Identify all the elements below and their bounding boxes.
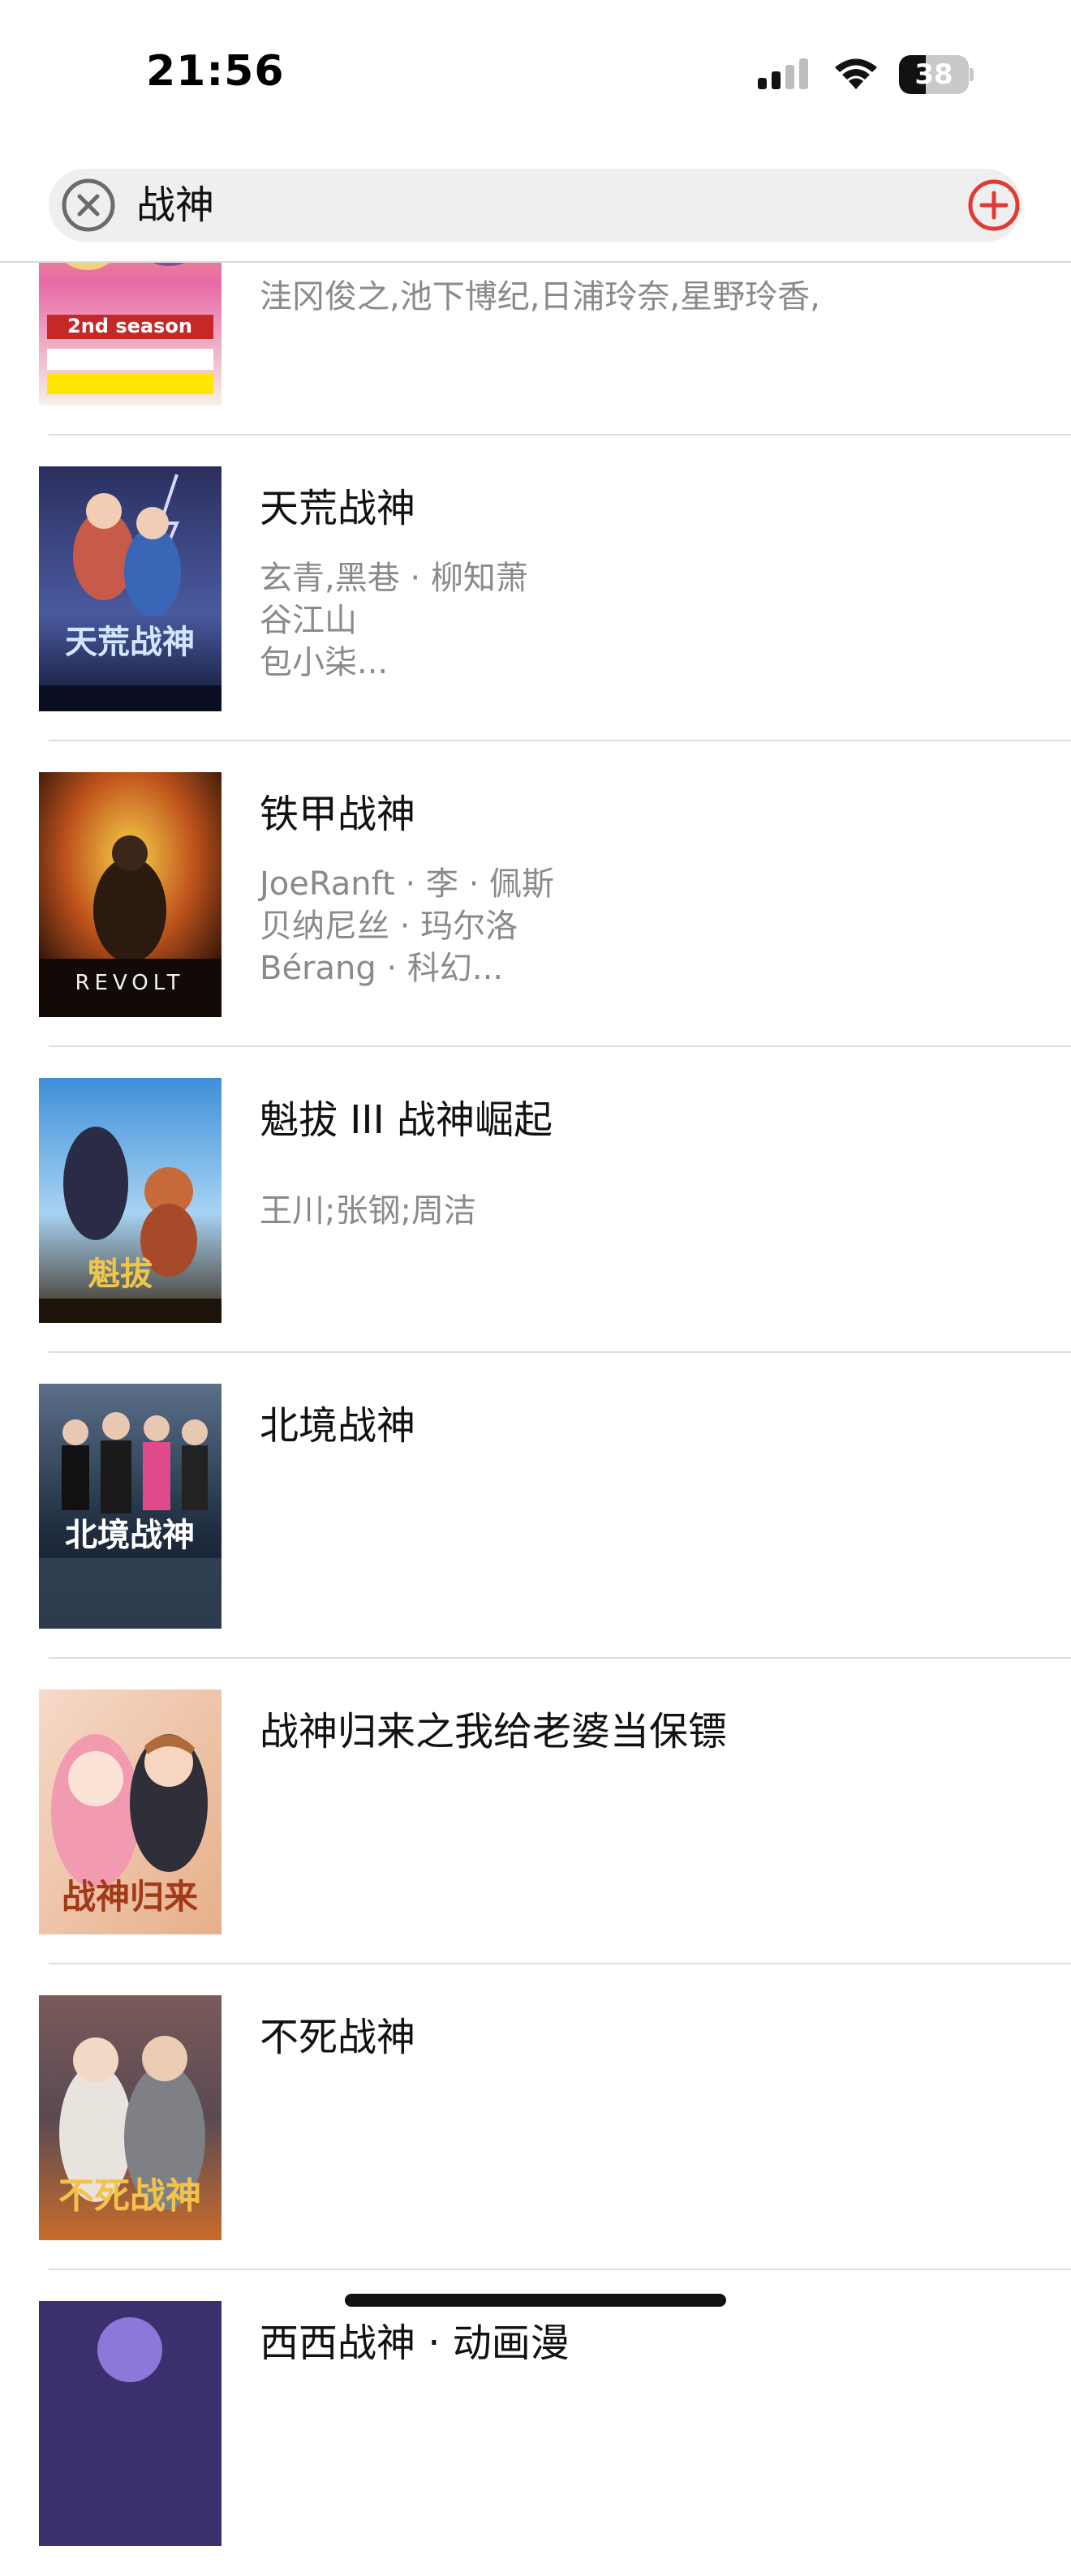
poster-image: 不死战神 — [39, 1995, 222, 2240]
cast-line: 王川;张钢;周洁 — [260, 1192, 476, 1230]
poster-image: REVOLT — [39, 772, 222, 1017]
poster-text: 魁拔 — [88, 1255, 153, 1293]
poster-image — [39, 2301, 222, 2546]
cast-line: 贝纳尼丝 · 玛尔洛 — [260, 908, 518, 945]
search-input[interactable]: 战神 — [136, 169, 214, 242]
poster-image: 战神归来 — [39, 1689, 222, 1934]
poster-text: REVOLT — [75, 971, 184, 995]
result-row[interactable]: REVOLT 铁甲战神 JoeRanft · 李 · 佩斯 贝纳尼丝 · 玛尔洛… — [0, 741, 1071, 1047]
result-row[interactable]: 魁拔 魁拔 III 战神崛起 王川;张钢;周洁 — [0, 1047, 1071, 1353]
cast-line: 谷江山 — [260, 602, 357, 639]
poster-text: 北境战神 — [65, 1517, 195, 1554]
poster-text: 不死战神 — [58, 2175, 201, 2217]
result-row[interactable]: 天荒战神 天荒战神 玄青,黑巷 · 柳知萧 谷江山 包小柒... — [0, 436, 1071, 741]
result-row[interactable]: 北境战神 北境战神 — [0, 1353, 1071, 1659]
result-row[interactable]: 西西战神 · 动画漫 — [0, 2270, 1071, 2576]
result-title: 北境战神 — [260, 1403, 416, 1449]
search-bar: 战神 — [0, 154, 1071, 263]
poster-image: 天荒战神 — [39, 466, 222, 711]
result-title: 战神归来之我给老婆当保镖 — [260, 1709, 728, 1754]
cast-line: JoeRanft · 李 · 佩斯 — [260, 865, 555, 903]
cast-line: Bérang · 科幻... — [260, 950, 504, 987]
add-circle-icon[interactable] — [966, 177, 1022, 234]
search-field[interactable]: 战神 — [49, 169, 1022, 242]
poster-text: 战神归来 — [62, 1877, 198, 1917]
result-row[interactable]: 战神归来 战神归来之我给老婆当保镖 — [0, 1659, 1071, 1964]
cast-list: JoeRanft · 李 · 佩斯 贝纳尼丝 · 玛尔洛 Bérang · 科幻… — [260, 863, 554, 990]
result-title: 铁甲战神 — [260, 792, 416, 837]
cast-line: 包小柒... — [260, 644, 389, 681]
results-list: 2nd season 洼冈俊之,池下博纪,日浦玲奈,星野玲香, 天荒战神 天荒战… — [0, 0, 1071, 2546]
cast-line: 玄青,黑巷 · 柳知萧 — [260, 560, 528, 597]
result-title: 不死战神 — [260, 2015, 416, 2060]
home-indicator[interactable] — [345, 2294, 726, 2307]
poster-text: 2nd season — [67, 315, 192, 337]
clear-search-icon[interactable] — [60, 177, 117, 234]
poster-text: 天荒战神 — [65, 623, 195, 661]
cast-list: 洼冈俊之,池下博纪,日浦玲奈,星野玲香, — [260, 276, 820, 318]
result-title: 天荒战神 — [260, 486, 416, 531]
result-title: 魁拔 III 战神崛起 — [260, 1097, 553, 1143]
poster-image: 魁拔 — [39, 1078, 222, 1323]
poster-image: 北境战神 — [39, 1384, 222, 1629]
result-row[interactable]: 不死战神 不死战神 — [0, 1964, 1071, 2270]
result-title: 西西战神 · 动画漫 — [260, 2321, 570, 2366]
cast-line: 洼冈俊之,池下博纪,日浦玲奈,星野玲香, — [260, 278, 820, 316]
cast-list: 王川;张钢;周洁 — [260, 1190, 476, 1232]
cast-list: 玄青,黑巷 · 柳知萧 谷江山 包小柒... — [260, 557, 528, 684]
